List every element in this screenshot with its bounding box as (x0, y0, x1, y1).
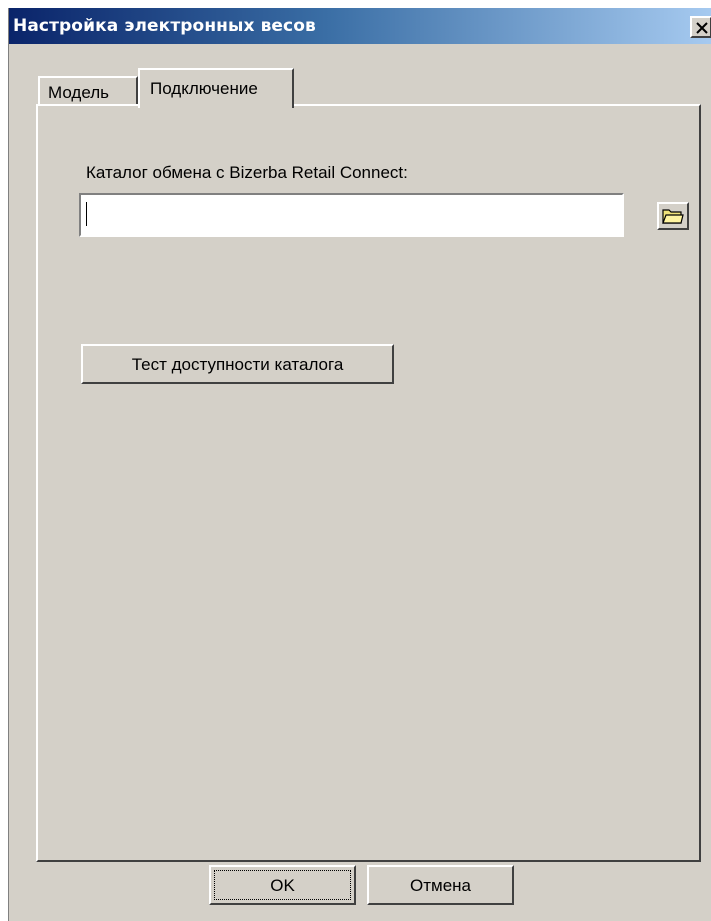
catalog-path-field (79, 193, 689, 237)
tab-connection[interactable]: Подключение (138, 68, 294, 108)
tab-model[interactable]: Модель (38, 76, 138, 106)
cancel-button[interactable]: Отмена (367, 865, 514, 905)
close-button[interactable] (690, 16, 711, 38)
title-bar[interactable]: Настройка электронных весов (9, 8, 711, 44)
text-caret (86, 202, 87, 226)
catalog-label: Каталог обмена с Bizerba Retail Connect: (86, 163, 408, 182)
catalog-path-input[interactable] (83, 197, 573, 233)
test-catalog-label: Тест доступности каталога (131, 355, 344, 374)
tab-connection-label: Подключение (150, 79, 258, 98)
close-icon (696, 22, 708, 34)
browse-folder-button[interactable] (657, 202, 689, 230)
cancel-label: Отмена (410, 876, 471, 895)
folder-icon (662, 209, 684, 224)
test-catalog-button[interactable]: Тест доступности каталога (81, 344, 394, 384)
focus-rectangle (214, 870, 351, 900)
window-title: Настройка электронных весов (13, 16, 316, 36)
active-tab-joint (140, 104, 292, 108)
tab-model-label: Модель (48, 83, 110, 102)
settings-dialog: Настройка электронных весов Модель Подкл… (8, 8, 711, 921)
ok-button[interactable]: OK (209, 865, 356, 905)
